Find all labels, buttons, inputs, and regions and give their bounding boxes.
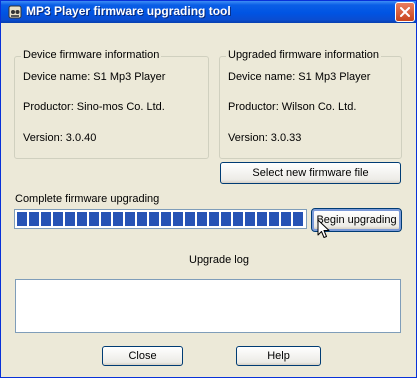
upgraded-productor-label: Productor: Wilson Co. Ltd. [228,101,357,113]
help-button[interactable]: Help [236,346,321,366]
progress-fill [17,212,304,226]
player-app-icon [7,4,23,20]
close-button[interactable]: Close [102,346,183,366]
upgrade-progress-bar [14,209,307,229]
title-bar[interactable]: MP3 Player firmware upgrading tool [1,1,416,23]
device-name-label: Device name: S1 Mp3 Player [23,71,166,83]
close-icon [400,7,410,17]
device-firmware-legend: Device firmware information [21,49,162,61]
app-window: MP3 Player firmware upgrading tool Devic… [0,0,417,378]
window-title: MP3 Player firmware upgrading tool [26,4,231,18]
upgrade-log-box[interactable] [15,279,401,333]
select-firmware-button[interactable]: Select new firmware file [220,162,401,184]
window-close-button[interactable] [395,2,415,22]
upgrade-log-label: Upgrade log [189,254,249,266]
upgraded-name-label: Device name: S1 Mp3 Player [228,71,371,83]
upgraded-firmware-group: Upgraded firmware information Device nam… [219,49,402,159]
device-version-label: Version: 3.0.40 [23,132,97,144]
upgraded-firmware-legend: Upgraded firmware information [226,49,382,61]
progress-label: Complete firmware upgrading [15,193,160,205]
upgraded-version-label: Version: 3.0.33 [228,132,302,144]
device-firmware-group: Device firmware information Device name:… [14,49,209,159]
mouse-pointer-icon [317,219,331,244]
device-productor-label: Productor: Sino-mos Co. Ltd. [23,101,165,113]
